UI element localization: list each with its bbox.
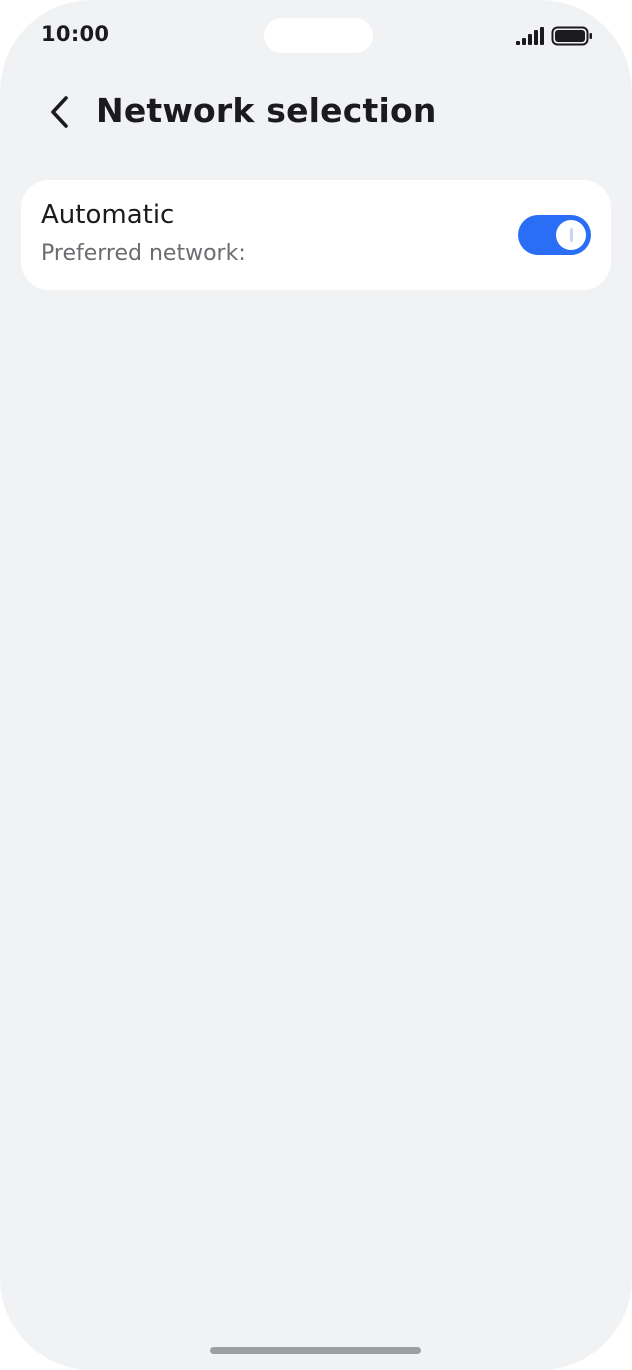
- page-header: Network selection: [0, 84, 632, 140]
- cellular-signal-icon: [516, 27, 544, 45]
- settings-card: Automatic Preferred network:: [21, 180, 611, 290]
- status-bar: 10:00: [0, 0, 632, 72]
- setting-title: Automatic: [41, 200, 175, 230]
- home-indicator[interactable]: [210, 1347, 421, 1354]
- dynamic-island: [264, 18, 373, 53]
- battery-full-icon: [551, 26, 592, 46]
- automatic-network-row[interactable]: Automatic Preferred network:: [21, 180, 611, 290]
- toggle-knob: [556, 220, 586, 250]
- status-time: 10:00: [41, 22, 110, 46]
- toggle-knob-mark: [570, 228, 573, 242]
- chevron-left-icon: [51, 96, 68, 128]
- page-title: Network selection: [96, 91, 437, 130]
- phone-screen: 10:00 Network selection Automatic Prefer…: [0, 0, 632, 1370]
- setting-subtitle: Preferred network:: [41, 241, 246, 266]
- automatic-toggle[interactable]: [518, 215, 591, 255]
- back-button[interactable]: [38, 90, 82, 134]
